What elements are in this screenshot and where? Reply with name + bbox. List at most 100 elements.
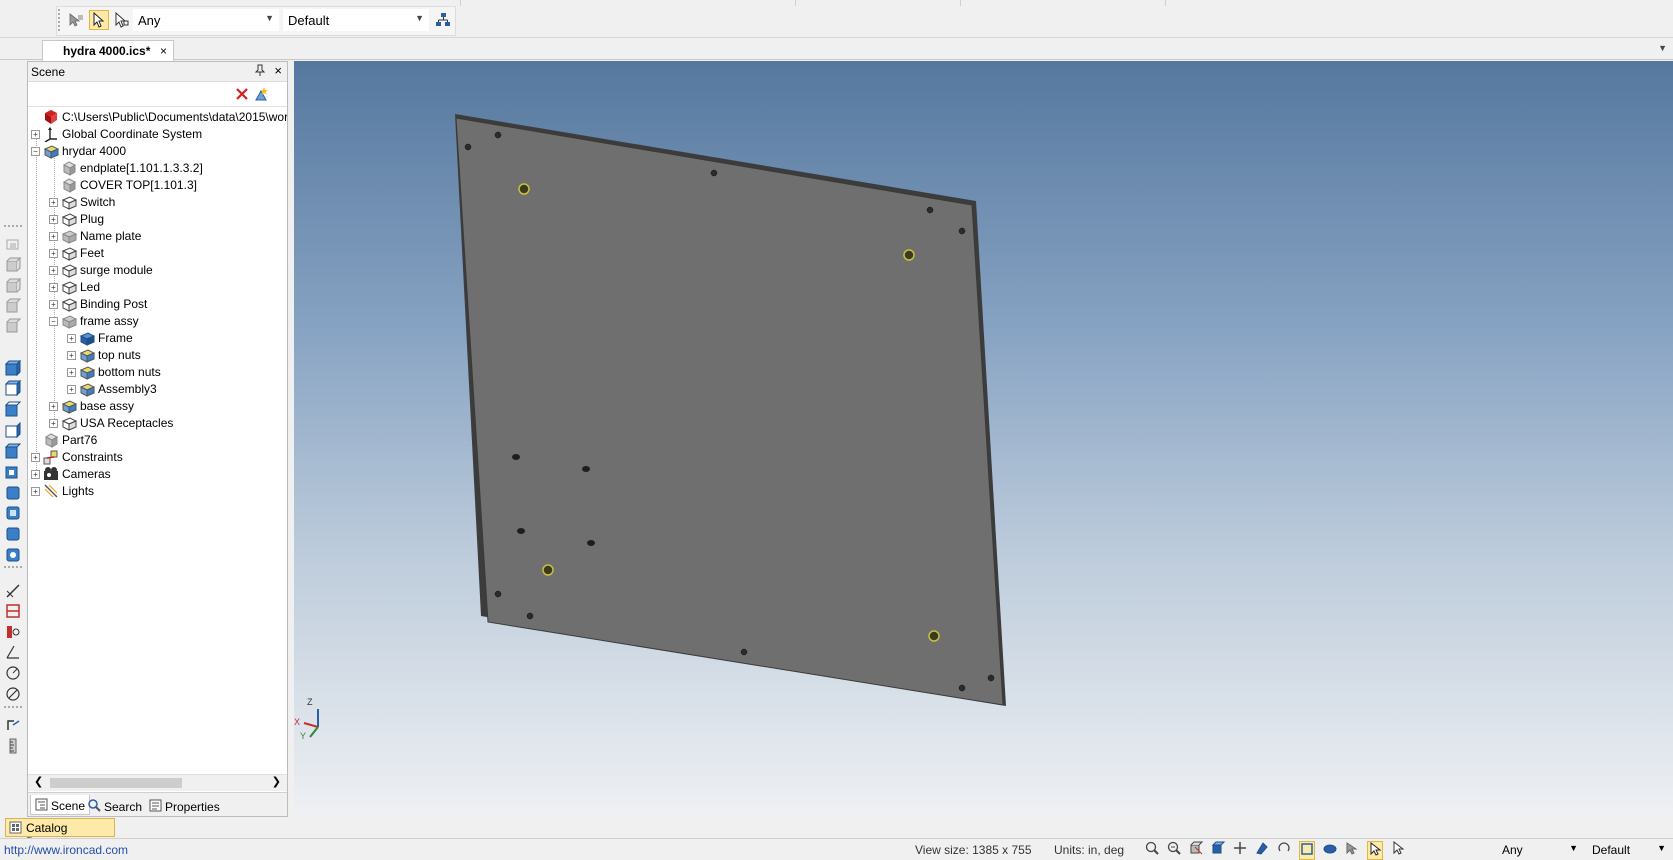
ruler-tool-icon[interactable]: [5, 738, 21, 754]
status-filter-select[interactable]: Any ▼: [1500, 841, 1580, 857]
tree-node[interactable]: + Led: [49, 278, 100, 296]
block-shape-icon[interactable]: [4, 401, 22, 417]
snap-tool-icon[interactable]: [5, 237, 21, 253]
tree-node[interactable]: + Feet: [49, 244, 104, 262]
document-tab[interactable]: hydra 4000.ics* ×: [42, 40, 174, 61]
expand-icon[interactable]: +: [31, 486, 40, 496]
circle-tool-icon[interactable]: [5, 665, 21, 681]
expand-icon[interactable]: +: [49, 299, 58, 309]
tree-node[interactable]: C:\Users\Public\Documents\data\2015\word: [31, 108, 287, 126]
block-shape-icon[interactable]: [4, 379, 22, 397]
tree-node[interactable]: endplate[1.101.1.3.3.2]: [49, 159, 203, 177]
toolbar-grip[interactable]: [58, 9, 61, 31]
box-gray-icon[interactable]: [5, 298, 22, 314]
tree-node[interactable]: − frame assy: [49, 312, 139, 330]
select-part-tool-icon[interactable]: [111, 10, 131, 30]
scroll-left-icon[interactable]: ❮: [34, 775, 43, 788]
tab-properties[interactable]: Properties: [145, 795, 224, 815]
close-panel-icon[interactable]: ×: [274, 63, 282, 78]
toolbar-grip[interactable]: [4, 566, 22, 569]
pointer-select-icon[interactable]: [1367, 841, 1383, 860]
expand-icon[interactable]: +: [31, 469, 40, 479]
catalog-browser-button[interactable]: Catalog Browser: [5, 818, 115, 849]
tree-node[interactable]: + Assembly3: [67, 380, 157, 398]
scrollbar-thumb[interactable]: [50, 778, 182, 788]
block-shape-icon[interactable]: [5, 546, 21, 562]
tab-scene[interactable]: Scene: [30, 795, 91, 815]
tree-node[interactable]: + Switch: [49, 193, 115, 211]
expand-icon[interactable]: +: [67, 333, 76, 343]
scheme-select[interactable]: Default ▼: [283, 9, 429, 31]
box-gray-icon[interactable]: [5, 318, 22, 334]
expand-icon[interactable]: +: [49, 265, 58, 275]
tree-node[interactable]: + top nuts: [67, 346, 141, 364]
tree-node[interactable]: + Binding Post: [49, 295, 147, 313]
plate-model[interactable]: [455, 114, 1006, 706]
collapse-icon[interactable]: −: [49, 316, 58, 326]
select-assembly-tool-icon[interactable]: [66, 10, 86, 30]
zoom-extents-icon[interactable]: [1145, 841, 1159, 860]
tree-node[interactable]: + surge module: [49, 261, 153, 279]
render-mode-icon[interactable]: [1255, 841, 1269, 860]
expand-icon[interactable]: +: [49, 231, 58, 241]
box-gray-icon[interactable]: [5, 256, 22, 273]
selection-filter-select[interactable]: Any ▼: [133, 9, 279, 31]
tree-horizontal-scrollbar[interactable]: ❮ ❯: [28, 774, 287, 791]
tab-list-dropdown-icon[interactable]: ▼: [1658, 43, 1667, 53]
delete-icon[interactable]: [234, 86, 250, 105]
expand-icon[interactable]: +: [49, 248, 58, 258]
expand-icon[interactable]: +: [67, 367, 76, 377]
angle-tool-icon[interactable]: [5, 644, 21, 660]
display-mode-icon[interactable]: [1299, 841, 1315, 860]
block-shape-icon[interactable]: [5, 421, 21, 439]
scroll-right-icon[interactable]: ❯: [272, 775, 281, 788]
visibility-tool-icon[interactable]: [5, 624, 21, 640]
block-shape-icon[interactable]: [4, 443, 22, 459]
tree-node[interactable]: + Constraints: [31, 448, 123, 466]
measure-tool-icon[interactable]: [5, 583, 21, 599]
expand-icon[interactable]: +: [49, 401, 58, 411]
hierarchy-tool-icon[interactable]: [433, 10, 453, 30]
tree-node[interactable]: COVER TOP[1.101.3]: [49, 176, 197, 194]
expand-icon[interactable]: +: [49, 197, 58, 207]
toolbar-grip[interactable]: [4, 225, 22, 228]
tree-node[interactable]: + Name plate: [49, 227, 141, 245]
tree-node[interactable]: + base assy: [49, 397, 134, 415]
block-shape-icon[interactable]: [4, 359, 22, 377]
expand-icon[interactable]: +: [49, 418, 58, 428]
expand-icon[interactable]: +: [49, 214, 58, 224]
tree-node[interactable]: Part76: [31, 431, 97, 449]
new-item-icon[interactable]: [253, 86, 269, 105]
expand-icon[interactable]: +: [49, 282, 58, 292]
tab-search[interactable]: Search: [84, 795, 146, 815]
tree-node[interactable]: + Frame: [67, 329, 133, 347]
section-tool-icon[interactable]: [5, 603, 21, 619]
expand-icon[interactable]: +: [67, 350, 76, 360]
block-shape-icon[interactable]: [5, 463, 21, 479]
block-shape-icon[interactable]: [5, 484, 21, 500]
shading-icon[interactable]: [1323, 841, 1337, 860]
rotate-icon[interactable]: [1277, 841, 1291, 860]
collapse-icon[interactable]: −: [31, 146, 40, 156]
close-tab-icon[interactable]: ×: [160, 44, 167, 58]
assembly-select-icon[interactable]: [1345, 841, 1359, 860]
pan-icon[interactable]: [1233, 841, 1247, 860]
part-select-icon[interactable]: [1391, 840, 1405, 860]
pin-icon[interactable]: [254, 64, 266, 77]
block-shape-icon[interactable]: [5, 504, 21, 520]
zoom-icon[interactable]: [1167, 841, 1181, 860]
status-scheme-select[interactable]: Default ▼: [1590, 841, 1668, 857]
tree-node[interactable]: − hrydar 4000: [31, 142, 126, 160]
view-orientation-icon[interactable]: [1211, 841, 1226, 860]
3d-viewport[interactable]: Z X Y: [294, 61, 1673, 813]
tree-node[interactable]: + Cameras: [31, 465, 111, 483]
expand-icon[interactable]: +: [67, 384, 76, 394]
tree-node[interactable]: + Plug: [49, 210, 104, 228]
expand-icon[interactable]: +: [31, 129, 40, 139]
tree-node[interactable]: + bottom nuts: [67, 363, 161, 381]
toolbar-grip[interactable]: [4, 706, 22, 709]
tree-node[interactable]: + Global Coordinate System: [31, 125, 202, 143]
box-gray-icon[interactable]: [5, 277, 22, 294]
dimension-tool-icon[interactable]: [5, 717, 21, 733]
camera-view-icon[interactable]: [1189, 841, 1204, 860]
